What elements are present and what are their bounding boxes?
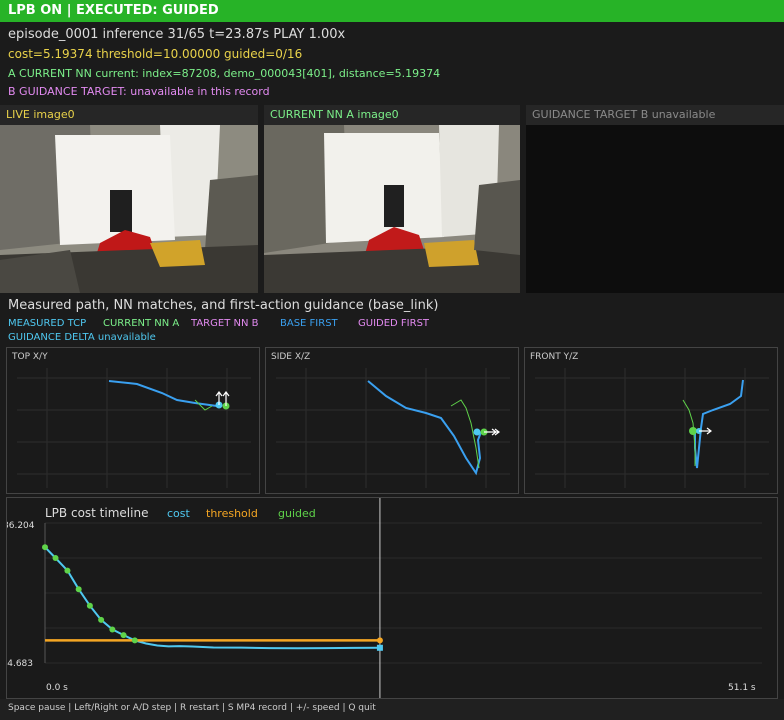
side-xz-plot: SIDE X/Z xyxy=(265,347,519,494)
guided-point xyxy=(52,554,59,561)
side-tcp-marker xyxy=(473,428,481,436)
top-xy-plot: TOP X/Y xyxy=(6,347,260,494)
x-min-label: 0.0 s xyxy=(46,683,68,693)
guided-point xyxy=(131,637,138,644)
nn-camera-image xyxy=(264,125,520,293)
current-nn-line: A CURRENT NN current: index=87208, demo_… xyxy=(8,67,441,80)
legend-current-nn: CURRENT NN A xyxy=(103,318,180,329)
guidance-image-caption: GUIDANCE TARGET B unavailable xyxy=(526,105,784,125)
front-measured-path xyxy=(694,379,744,469)
front-guided-marker xyxy=(689,427,697,435)
live-image-panel: LIVE image0 xyxy=(0,105,258,293)
status-banner: LPB ON | EXECUTED: GUIDED xyxy=(0,0,784,22)
nn-image-panel: CURRENT NN A image0 xyxy=(264,105,520,293)
timeline-legend-threshold: threshold xyxy=(206,507,258,520)
guided-point xyxy=(98,616,105,623)
live-camera-image xyxy=(0,125,258,293)
top-measured-path xyxy=(108,380,218,407)
y-min-label: -4.683 xyxy=(7,659,33,669)
legend-guided-first: GUIDED FIRST xyxy=(358,318,430,329)
guided-point xyxy=(109,626,116,633)
guided-point xyxy=(64,567,71,574)
guided-point xyxy=(75,586,82,593)
legend-base-first: BASE FIRST xyxy=(280,318,338,329)
guided-point xyxy=(86,602,93,609)
x-max-label: 51.1 s xyxy=(728,683,756,693)
paths-section-title: Measured path, NN matches, and first-act… xyxy=(8,298,439,313)
live-image-caption: LIVE image0 xyxy=(0,105,258,125)
cost-timeline-panel: LPB cost timeline cost threshold guided … xyxy=(6,497,778,699)
front-yz-plot: FRONT Y/Z xyxy=(524,347,778,494)
legend-measured-tcp: MEASURED TCP xyxy=(8,318,87,329)
timeline-legend-guided: guided xyxy=(278,507,316,520)
front-yz-plot-canvas xyxy=(535,368,769,488)
nn-image-caption: CURRENT NN A image0 xyxy=(264,105,520,125)
timeline-title: LPB cost timeline xyxy=(45,506,148,520)
guided-point xyxy=(120,632,127,639)
y-max-label: 86.204 xyxy=(7,521,35,531)
top-xy-plot-canvas xyxy=(17,368,251,488)
series-cost-line xyxy=(44,546,380,650)
timeline-legend-cost: cost xyxy=(167,507,191,520)
episode-status-line: episode_0001 inference 31/65 t=23.87s PL… xyxy=(8,27,346,42)
guided-point xyxy=(42,544,48,551)
cost-status-line: cost=5.19374 threshold=10.00000 guided=0… xyxy=(8,47,303,61)
legend-target-nn: TARGET NN B xyxy=(191,318,259,329)
legend-guidance-delta: GUIDANCE DELTA unavailable xyxy=(8,332,156,343)
cost-timeline-chart: LPB cost timeline cost threshold guided … xyxy=(7,498,762,698)
guidance-target-line: B GUIDANCE TARGET: unavailable in this r… xyxy=(8,85,270,98)
keyboard-help-bar: Space pause | Left/Right or A/D step | R… xyxy=(0,699,784,720)
series-threshold-end-marker xyxy=(376,637,383,644)
keyboard-help-text: Space pause | Left/Right or A/D step | R… xyxy=(8,703,376,713)
side-measured-path xyxy=(367,380,482,476)
guidance-image-panel: GUIDANCE TARGET B unavailable xyxy=(526,105,784,293)
side-xz-plot-canvas xyxy=(276,368,510,488)
series-cost-end-marker xyxy=(376,644,383,651)
banner-text: LPB ON | EXECUTED: GUIDED xyxy=(8,3,219,18)
